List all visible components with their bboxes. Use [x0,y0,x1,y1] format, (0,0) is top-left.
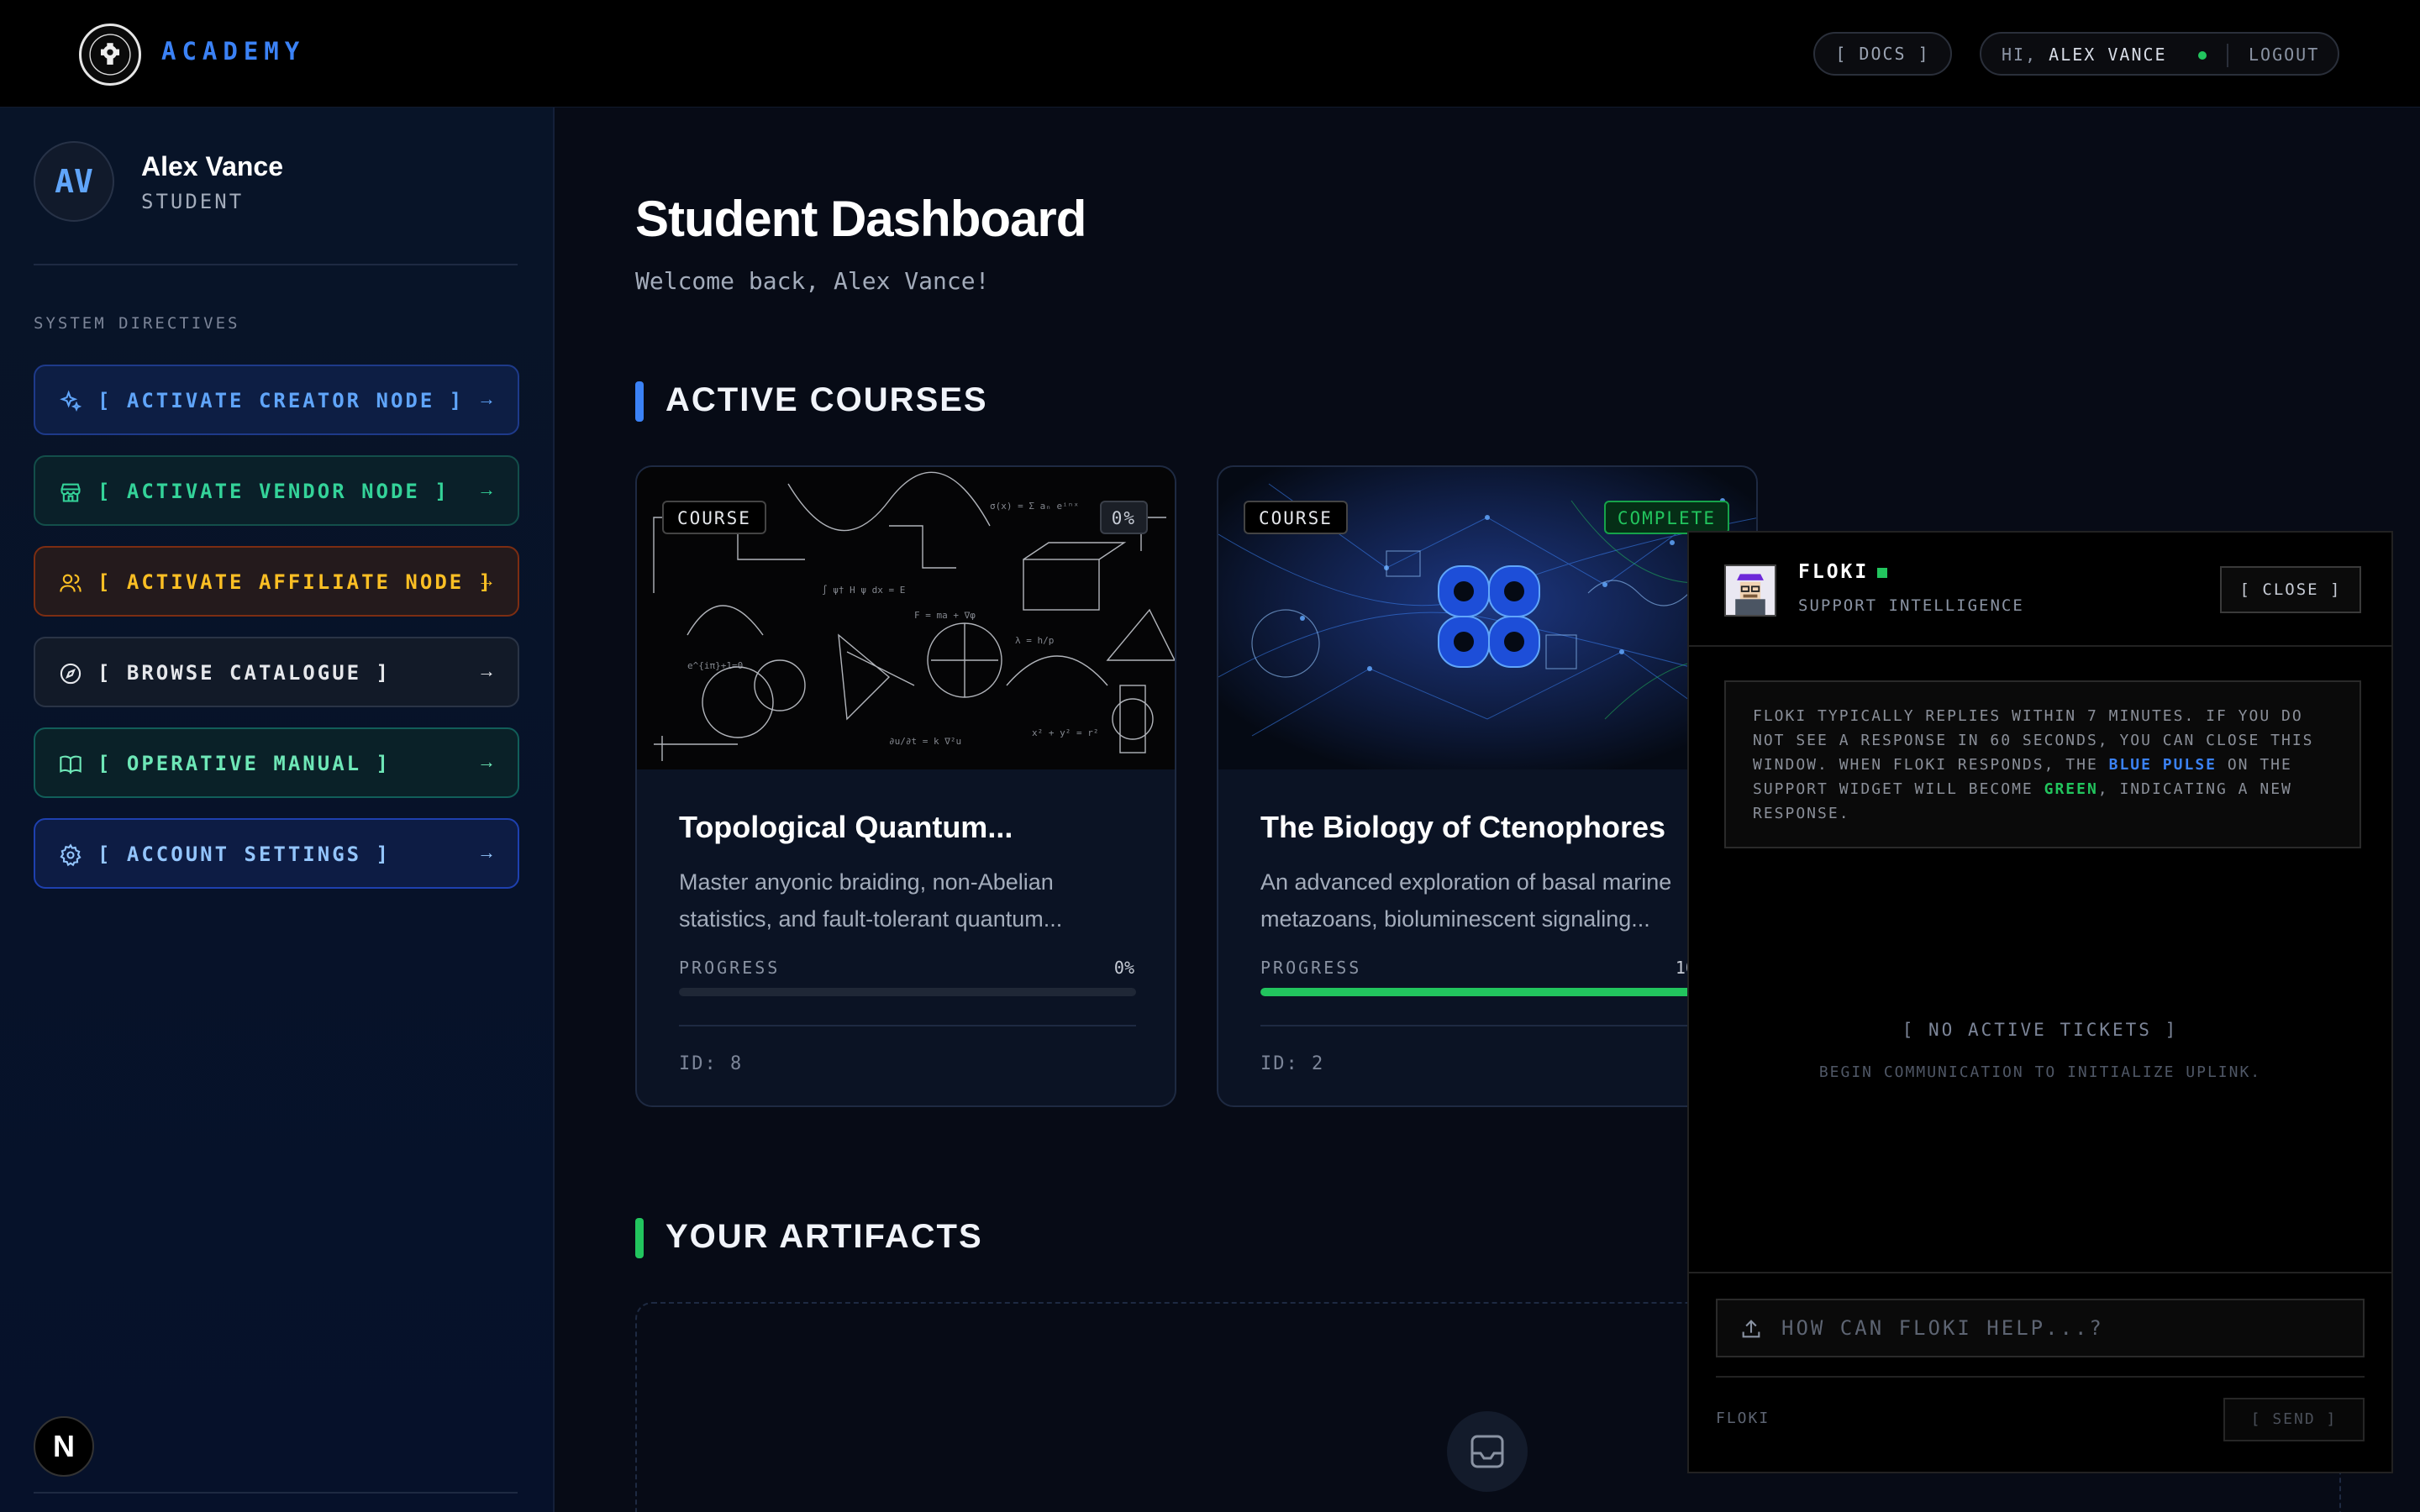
sidebar-section-label: SYSTEM DIRECTIVES [34,314,240,333]
panel-divider [1716,1376,2365,1378]
notice-blue-pulse: BLUE PULSE [2108,756,2217,774]
floki-avatar [1724,564,1776,617]
avatar[interactable]: AV [34,141,114,222]
header-user-name: ALEX VANCE [2049,45,2167,65]
top-bar: ACADEMY [ DOCS ] HI, ALEX VANCE LOGOUT [0,0,2420,108]
course-progress-badge: 0% [1099,501,1148,534]
profile-role: STUDENT [141,190,245,213]
arrow-right-icon: → [477,751,496,772]
user-greeting: HI, ALEX VANCE [2002,45,2167,65]
academy-logo-icon[interactable] [79,24,141,86]
upload-icon[interactable] [1739,1317,1763,1341]
floki-online-indicator [1877,568,1887,578]
nav-browse-catalogue[interactable]: [ BROWSE CATALOGUE ] → [34,637,519,707]
nav-activate-affiliate-node[interactable]: [ ACTIVATE AFFILIATE NODE ] → [34,546,519,617]
arrow-right-icon: → [477,479,496,500]
course-complete-badge: COMPLETE [1603,501,1729,534]
course-title[interactable]: Topological Quantum... [679,810,1013,845]
floki-name: FLOKI [1798,561,1870,583]
progress-fill [1260,988,1718,996]
footer-label: FLOKI [1716,1410,1770,1427]
card-divider [1260,1025,1718,1026]
active-courses-title: ACTIVE COURSES [666,381,988,418]
close-button[interactable]: [ CLOSE ] [2220,566,2361,613]
artifacts-title: YOUR ARTIFACTS [666,1218,983,1255]
support-notice: FLOKI TYPICALLY REPLIES WITHIN 7 MINUTES… [1724,680,2361,848]
course-description: Master anyonic braiding, non-Abelian sta… [679,869,1063,932]
card-divider [679,1025,1136,1026]
progress-label: PROGRESS [1260,958,1362,978]
svg-text:∂u/∂t = k ∇²u: ∂u/∂t = k ∇²u [889,736,961,747]
nav-label: [ ACTIVATE AFFILIATE NODE ] [97,570,494,594]
nav-label: [ ACTIVATE CREATOR NODE ] [97,389,465,412]
nav-account-settings[interactable]: [ ACCOUNT SETTINGS ] → [34,818,519,889]
svg-text:F = ma + ∇φ: F = ma + ∇φ [914,610,976,621]
online-status-dot [2198,51,2207,60]
profile-name: Alex Vance [141,151,283,181]
arrow-right-icon: → [477,570,496,591]
page-subtitle: Welcome back, Alex Vance! [635,267,990,295]
panel-divider [1689,1272,2391,1273]
nav-operative-manual[interactable]: [ OPERATIVE MANUAL ] → [34,727,519,798]
course-id: ID: 2 [1260,1053,1325,1074]
progress-value: 0% [1113,958,1134,978]
message-input[interactable] [1781,1300,2353,1356]
send-button[interactable]: [ SEND ] [2223,1398,2365,1441]
course-type-tag: COURSE [1244,501,1348,534]
page-title: Student Dashboard [635,191,1086,247]
greeting-prefix: HI, [2002,45,2038,65]
message-input-wrapper [1716,1299,2365,1357]
users-icon [60,574,82,592]
docs-button[interactable]: [ DOCS ] [1813,32,1952,76]
svg-text:x² + y² = r²: x² + y² = r² [1032,727,1098,738]
logout-button[interactable]: LOGOUT [2249,45,2319,65]
pill-divider [2227,44,2228,67]
support-panel-header: FLOKI SUPPORT INTELLIGENCE [ CLOSE ] [1689,533,2391,647]
nav-activate-creator-node[interactable]: [ ACTIVATE CREATOR NODE ] → [34,365,519,435]
n-logo-icon[interactable]: N [34,1416,94,1477]
inbox-icon [1447,1411,1528,1492]
course-title[interactable]: The Biology of Ctenophores [1260,810,1665,845]
support-chat-panel: FLOKI SUPPORT INTELLIGENCE [ CLOSE ] FLO… [1687,531,2393,1473]
arrow-right-icon: → [477,842,496,863]
nav-label: [ OPERATIVE MANUAL ] [97,752,391,775]
sidebar-bottom-divider [34,1492,518,1494]
course-type-tag: COURSE [662,501,766,534]
progress-label: PROGRESS [679,958,781,978]
floki-role: SUPPORT INTELLIGENCE [1798,596,2024,615]
progress-bar [679,988,1136,996]
store-icon [60,483,81,502]
sparkles-icon [60,390,82,412]
nav-label: [ ACCOUNT SETTINGS ] [97,843,391,866]
nav-activate-vendor-node[interactable]: [ ACTIVATE VENDOR NODE ] → [34,455,519,526]
section-accent-bar [635,381,644,422]
svg-text:e^{iπ}+1=0: e^{iπ}+1=0 [687,660,743,671]
notice-green: GREEN [2044,780,2098,798]
svg-text:∫ ψ† H ψ dx = E: ∫ ψ† H ψ dx = E [822,585,905,596]
course-card[interactable]: ∫ ψ† H ψ dx = E σ(x) = Σ aₙ eⁱⁿˣ F = ma … [635,465,1176,1107]
compass-icon [60,663,82,685]
arrow-right-icon: → [477,660,496,681]
course-id: ID: 8 [679,1053,744,1074]
sidebar-divider [34,264,518,265]
no-tickets-subtitle: BEGIN COMMUNICATION TO INITIALIZE UPLINK… [1818,1063,2262,1081]
progress-bar [1260,988,1718,996]
brand-name[interactable]: ACADEMY [161,37,305,66]
book-icon [60,755,82,774]
user-pill: HI, ALEX VANCE LOGOUT [1980,32,2339,76]
svg-text:σ(x) = Σ aₙ eⁱⁿˣ: σ(x) = Σ aₙ eⁱⁿˣ [990,501,1079,512]
nav-label: [ BROWSE CATALOGUE ] [97,661,391,685]
section-accent-bar [635,1218,644,1258]
course-description: An advanced exploration of basal marine … [1260,869,1672,932]
sidebar: AV Alex Vance STUDENT SYSTEM DIRECTIVES … [0,108,555,1512]
nav-label: [ ACTIVATE VENDOR NODE ] [97,480,450,503]
no-tickets-title: [ NO ACTIVE TICKETS ] [1902,1020,2179,1040]
arrow-right-icon: → [477,388,496,409]
gear-icon [60,843,82,867]
svg-text:λ = h/p: λ = h/p [1015,635,1054,646]
course-card[interactable]: COURSE COMPLETE The Biology of Ctenophor… [1217,465,1758,1107]
